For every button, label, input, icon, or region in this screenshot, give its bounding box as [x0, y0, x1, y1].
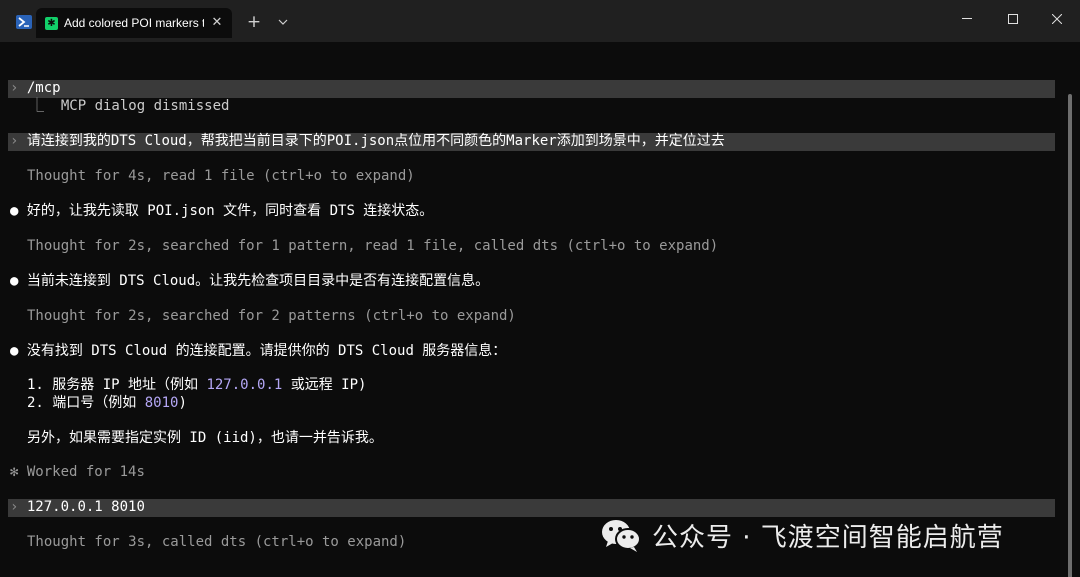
minimize-button[interactable]	[944, 0, 990, 38]
asterisk-icon: ✱	[45, 16, 58, 30]
watermark-text: 公众号 · 飞渡空间智能启航营	[652, 522, 1004, 553]
new-tab-button[interactable]: +	[244, 12, 264, 32]
prompt-line: › /mcp	[10, 80, 61, 96]
scrollbar[interactable]	[1068, 94, 1072, 577]
prompt-line: › 请连接到我的DTS Cloud，帮我把当前目录下的POI.json点位用不同…	[10, 133, 725, 149]
response-line: ● 没有找到 DTS Cloud 的连接配置。请提供你的 DTS Cloud 服…	[10, 343, 507, 359]
prompt-highlight	[8, 80, 1055, 98]
tab-dropdown-button[interactable]	[274, 12, 292, 32]
tab-title: Add colored POI markers t	[64, 16, 204, 30]
tab-close-icon[interactable]: ✕	[210, 16, 224, 30]
wechat-icon	[602, 520, 641, 552]
response-line: 另外，如果需要指定实例 ID (iid)，也请一并告诉我。	[27, 430, 383, 446]
close-icon	[1052, 14, 1062, 24]
powershell-icon	[16, 15, 32, 29]
shell-menu-button[interactable]	[10, 6, 38, 38]
sparkle-icon: ✻	[10, 464, 19, 480]
thought-line: Thought for 2s, searched for 1 pattern, …	[27, 238, 719, 254]
response-line: ● 当前未连接到 DTS Cloud。让我先检查项目目录中是否有连接配置信息。	[10, 273, 490, 289]
thought-line: Thought for 4s, read 1 file (ctrl+o to e…	[27, 168, 415, 184]
terminal-output[interactable]: › /mcp ⎿ MCP dialog dismissed › 请连接到我的DT…	[0, 42, 1080, 577]
tool-result-line: ⎿ MCP dialog dismissed	[30, 98, 230, 114]
thought-line: Thought for 2s, searched for 2 patterns …	[27, 308, 516, 324]
prompt-line: › 127.0.0.1 8010	[10, 499, 145, 515]
chevron-down-icon	[278, 19, 288, 25]
list-item: 1. 服务器 IP 地址（例如 127.0.0.1 或远程 IP)	[27, 377, 367, 393]
thought-line: Thought for 3s, called dts (ctrl+o to ex…	[27, 534, 407, 550]
minimize-icon	[962, 18, 972, 19]
tab-active[interactable]: ✱ Add colored POI markers t ✕	[36, 8, 232, 38]
maximize-button[interactable]	[990, 0, 1036, 38]
worked-status-line: ✻ Worked for 14s	[10, 464, 145, 480]
response-line: ● 好的，让我先读取 POI.json 文件，同时查看 DTS 连接状态。	[10, 203, 434, 219]
title-bar: ✱ Add colored POI markers t ✕ +	[0, 0, 1080, 42]
maximize-icon	[1008, 14, 1018, 24]
watermark: 公众号 · 飞渡空间智能启航营	[600, 515, 1004, 555]
close-window-button[interactable]	[1034, 0, 1080, 38]
list-item: 2. 端口号（例如 8010)	[27, 395, 187, 411]
